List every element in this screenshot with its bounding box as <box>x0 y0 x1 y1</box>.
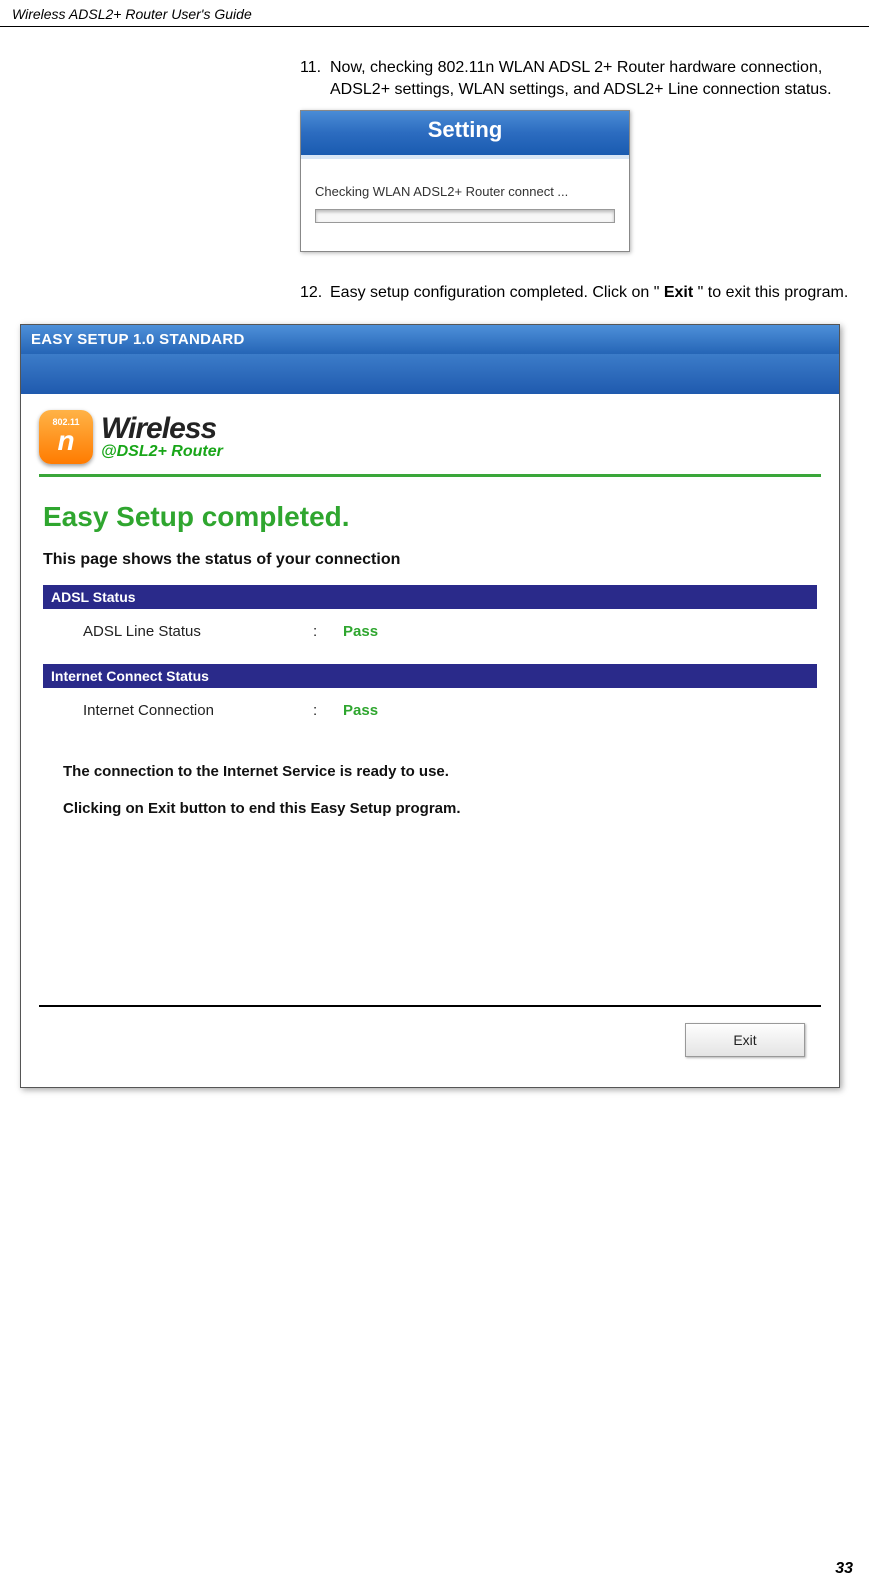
adsl-line-status-label: ADSL Line Status <box>83 623 313 640</box>
exit-instruction-msg: Clicking on Exit button to end this Easy… <box>63 800 817 817</box>
step12-post: " to exit this program. <box>693 284 848 301</box>
step-body: Easy setup configuration completed. Clic… <box>330 282 849 304</box>
step-number: 11. <box>300 57 330 100</box>
page-number: 33 <box>835 1560 853 1578</box>
colon: : <box>313 702 343 719</box>
badge-n: n <box>57 427 74 455</box>
internet-connection-label: Internet Connection <box>83 702 313 719</box>
step-11: 11. Now, checking 802.11n WLAN ADSL 2+ R… <box>300 57 849 252</box>
adsl-status-bar: ADSL Status <box>43 585 817 609</box>
wireless-n-badge-icon: 802.11 n <box>39 410 93 464</box>
content: 11. Now, checking 802.11n WLAN ADSL 2+ R… <box>0 27 869 1088</box>
footer-bar: Exit <box>21 1007 839 1087</box>
logo-area: 802.11 n Wireless @DSL2+ Router <box>21 394 839 470</box>
internet-connect-status-bar: Internet Connect Status <box>43 664 817 688</box>
setting-dialog-title: Setting <box>301 111 629 159</box>
step-body: Now, checking 802.11n WLAN ADSL 2+ Route… <box>330 57 849 100</box>
easy-setup-window: EASY SETUP 1.0 STANDARD 802.11 n Wireles… <box>20 324 840 1088</box>
colon: : <box>313 623 343 640</box>
window-titlebar: EASY SETUP 1.0 STANDARD <box>21 325 839 354</box>
main-area: Easy Setup completed. This page shows th… <box>21 477 839 1005</box>
step12-exit-word: Exit <box>664 284 693 301</box>
window-banner <box>21 354 839 394</box>
doc-header: Wireless ADSL2+ Router User's Guide <box>0 0 869 27</box>
setting-dialog: Setting Checking WLAN ADSL2+ Router conn… <box>300 110 630 252</box>
step12-pre: Easy setup configuration completed. Clic… <box>330 284 664 301</box>
exit-button[interactable]: Exit <box>685 1023 805 1057</box>
status-intro: This page shows the status of your conne… <box>43 551 817 569</box>
easy-setup-completed-heading: Easy Setup completed. <box>43 501 817 533</box>
connection-ready-msg: The connection to the Internet Service i… <box>63 763 817 780</box>
internet-connection-value: Pass <box>343 702 378 719</box>
progress-bar <box>315 209 615 223</box>
logo-wireless-text: Wireless <box>101 414 223 444</box>
setting-dialog-body: Checking WLAN ADSL2+ Router connect ... <box>301 159 629 251</box>
step-12: 12. Easy setup configuration completed. … <box>300 282 849 304</box>
logo-sub-text: @DSL2+ Router <box>101 444 223 460</box>
spacer <box>43 825 817 1005</box>
adsl-line-status-row: ADSL Line Status : Pass <box>43 623 817 664</box>
internet-connection-row: Internet Connection : Pass <box>43 702 817 743</box>
setting-message: Checking WLAN ADSL2+ Router connect ... <box>315 184 615 199</box>
step-number: 12. <box>300 282 330 304</box>
adsl-line-status-value: Pass <box>343 623 378 640</box>
